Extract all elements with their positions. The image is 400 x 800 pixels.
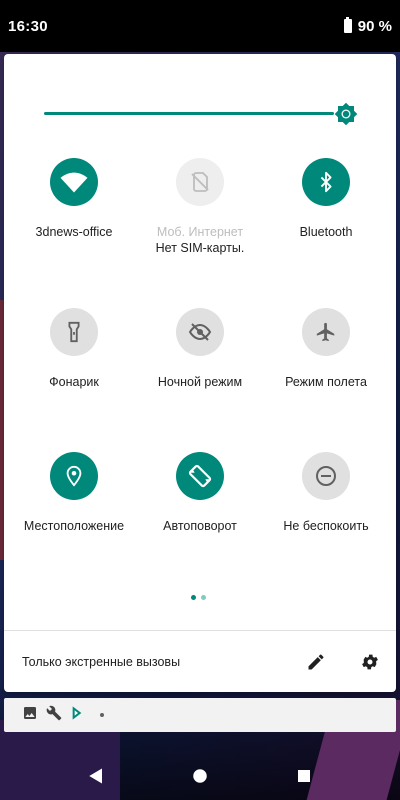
autorotate-icon[interactable] xyxy=(176,452,224,500)
tile-wifi[interactable]: 3dnews-office xyxy=(9,158,139,240)
quick-settings-panel: 3dnews-office Моб. Интернет Нет SIM-карт… xyxy=(4,54,396,692)
back-icon[interactable] xyxy=(84,764,108,788)
no-sim-icon[interactable] xyxy=(176,158,224,206)
tile-airplane[interactable]: Режим полета xyxy=(261,308,391,390)
image-icon xyxy=(22,705,38,726)
gear-icon[interactable] xyxy=(350,642,390,682)
battery-indicator: 90 % xyxy=(343,17,392,35)
night-mode-icon[interactable] xyxy=(176,308,224,356)
navigation-bar xyxy=(0,752,400,800)
page-dot-active xyxy=(191,595,196,600)
tile-label: Не беспокоить xyxy=(283,519,369,533)
tile-autorotate[interactable]: Автоповорот xyxy=(135,452,265,534)
tile-label: Ночной режим xyxy=(157,375,243,389)
page-dot-inactive xyxy=(201,595,206,600)
pencil-icon[interactable] xyxy=(296,642,336,682)
flashlight-icon[interactable] xyxy=(50,308,98,356)
battery-percent: 90 % xyxy=(357,17,392,35)
page-indicator xyxy=(191,595,206,600)
status-time: 16:30 xyxy=(8,17,48,35)
more-notifications-dot xyxy=(100,713,104,717)
tile-location[interactable]: Местоположение xyxy=(9,452,139,534)
battery-icon xyxy=(343,17,352,33)
brightness-slider[interactable] xyxy=(44,102,358,126)
tile-label: 3dnews-office xyxy=(35,225,113,239)
play-store-icon xyxy=(70,705,86,726)
recents-icon[interactable] xyxy=(292,764,316,788)
tile-bluetooth[interactable]: Bluetooth xyxy=(261,158,391,240)
tile-label: Bluetooth xyxy=(299,225,353,239)
bluetooth-icon[interactable] xyxy=(302,158,350,206)
tile-label: Местоположение xyxy=(23,519,125,533)
wifi-icon[interactable] xyxy=(50,158,98,206)
emergency-calls-text: Только экстренные вызовы xyxy=(22,654,181,669)
do-not-disturb-icon[interactable] xyxy=(302,452,350,500)
tile-night-mode[interactable]: Ночной режим xyxy=(135,308,265,390)
tile-do-not-disturb[interactable]: Не беспокоить xyxy=(261,452,391,534)
brightness-track[interactable] xyxy=(44,112,334,115)
wrench-icon xyxy=(46,705,62,726)
home-icon[interactable] xyxy=(188,764,212,788)
tile-flashlight[interactable]: Фонарик xyxy=(9,308,139,390)
notification-bar[interactable] xyxy=(4,698,396,732)
airplane-icon[interactable] xyxy=(302,308,350,356)
tile-label: Фонарик xyxy=(49,375,99,389)
quick-settings-footer: Только экстренные вызовы xyxy=(4,630,396,692)
tile-label: Режим полета xyxy=(285,375,367,389)
status-bar: 16:30 90 % xyxy=(0,0,400,52)
tile-sublabel: Нет SIM-карты. xyxy=(155,241,245,255)
tile-label: Автоповорот xyxy=(163,519,237,533)
tile-label: Моб. Интернет xyxy=(156,225,244,239)
tile-mobile-data[interactable]: Моб. Интернет Нет SIM-карты. xyxy=(135,158,265,256)
location-icon[interactable] xyxy=(50,452,98,500)
brightness-icon[interactable] xyxy=(334,102,358,126)
